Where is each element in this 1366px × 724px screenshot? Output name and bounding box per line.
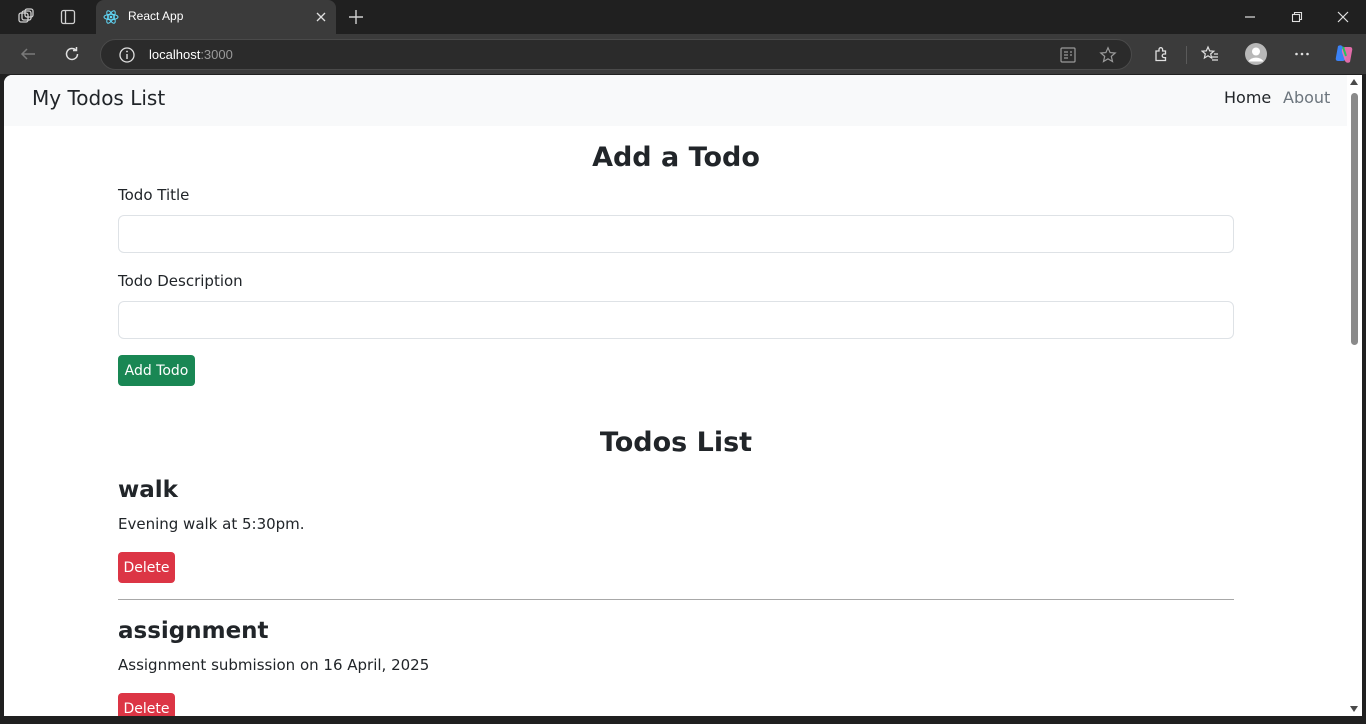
address-url[interactable]: localhost:3000 — [149, 47, 233, 62]
nav-link-about[interactable]: About — [1283, 88, 1330, 107]
app-navbar: My Todos List Home About — [4, 75, 1347, 126]
scroll-down-arrow-icon[interactable] — [1350, 706, 1358, 712]
profile-avatar-icon[interactable] — [1244, 42, 1268, 66]
page-viewport: My Todos List Home About Add a Todo Todo… — [4, 75, 1347, 716]
todo-divider — [118, 599, 1234, 600]
site-info-icon[interactable] — [117, 45, 137, 65]
todo-description-label: Todo Description — [118, 272, 243, 290]
copilot-icon[interactable] — [1332, 42, 1356, 66]
react-logo-icon — [103, 9, 119, 29]
new-tab-icon[interactable] — [346, 7, 366, 27]
todo-description-input[interactable] — [118, 301, 1234, 339]
back-icon[interactable] — [18, 44, 38, 64]
todo-title-input[interactable] — [118, 215, 1234, 253]
reading-mode-icon[interactable] — [1058, 45, 1078, 65]
minimize-icon[interactable] — [1240, 7, 1260, 27]
todo-title-label: Todo Title — [118, 186, 190, 204]
more-menu-icon[interactable] — [1292, 44, 1312, 64]
scroll-up-arrow-icon[interactable] — [1350, 79, 1358, 85]
todo-item-title: walk — [118, 477, 178, 503]
browser-toolbar: localhost:3000 — [0, 34, 1366, 74]
add-todo-heading: Add a Todo — [592, 142, 760, 173]
refresh-icon[interactable] — [62, 44, 82, 64]
close-tab-icon[interactable] — [311, 7, 331, 27]
tab-react-app[interactable]: React App — [96, 0, 336, 34]
nav-link-home[interactable]: Home — [1224, 88, 1271, 107]
add-todo-button[interactable]: Add Todo — [118, 355, 195, 386]
todo-item-description: Evening walk at 5:30pm. — [118, 515, 305, 533]
favorites-icon[interactable] — [1200, 44, 1220, 64]
delete-todo-button[interactable]: Delete — [118, 693, 175, 716]
browser-tab-strip: React App — [0, 0, 1366, 34]
restore-icon[interactable] — [1287, 7, 1307, 27]
close-window-icon[interactable] — [1333, 7, 1353, 27]
scrollbar-thumb[interactable] — [1351, 93, 1358, 345]
address-bar[interactable]: localhost:3000 — [100, 39, 1132, 70]
todos-list-heading: Todos List — [599, 427, 753, 458]
page-scrollbar[interactable] — [1347, 75, 1362, 716]
tab-title: React App — [128, 9, 184, 23]
address-host: localhost — [149, 47, 201, 62]
tab-actions-icon[interactable] — [58, 7, 78, 27]
workspaces-icon[interactable] — [16, 7, 36, 27]
favorite-star-icon[interactable] — [1098, 45, 1118, 65]
extensions-icon[interactable] — [1151, 44, 1171, 64]
todo-item-description: Assignment submission on 16 April, 2025 — [118, 656, 430, 674]
address-port: :3000 — [200, 47, 233, 62]
todo-item-title: assignment — [118, 618, 269, 644]
delete-todo-button[interactable]: Delete — [118, 552, 175, 583]
toolbar-separator — [1186, 46, 1187, 64]
navbar-brand[interactable]: My Todos List — [32, 86, 165, 110]
window-bottom-edge — [0, 716, 1366, 724]
